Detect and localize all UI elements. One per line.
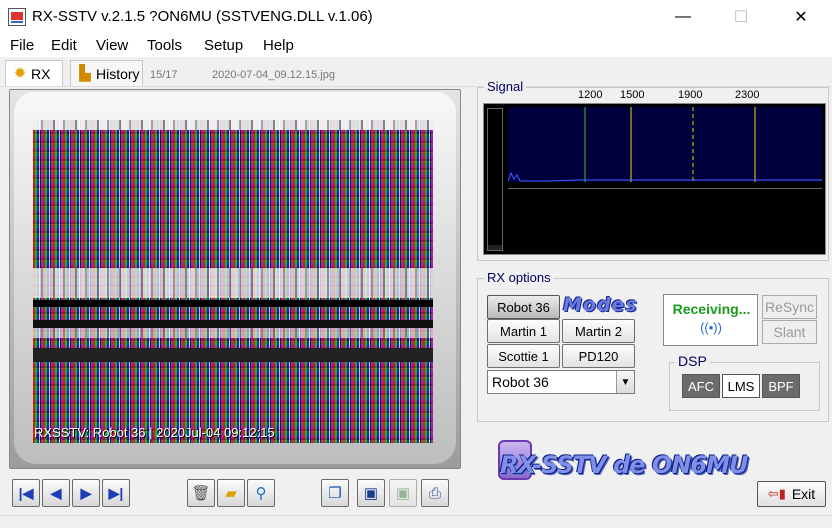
first-icon: |◀ [18, 484, 34, 501]
menu-setup[interactable]: Setup [204, 37, 243, 54]
bpf-toggle[interactable]: BPF [762, 374, 800, 398]
history-filename: 2020-07-04_09.12.15.jpg [212, 69, 335, 81]
copy-button[interactable]: ❐ [321, 479, 349, 507]
image-band [33, 320, 433, 328]
trash-icon: 🗑 [191, 485, 211, 502]
minimize-button[interactable]: — [660, 0, 706, 33]
status-bar [0, 515, 832, 528]
image-icon: ▙ [79, 64, 91, 82]
maximize-button[interactable]: ☐ [718, 0, 764, 33]
save-button[interactable]: ▣ [357, 479, 385, 507]
signal-level-meter [487, 108, 503, 251]
exit-button[interactable]: ⇦▮ Exit [757, 481, 826, 507]
last-icon: ▶| [108, 484, 124, 501]
print-button[interactable]: ⎙ [421, 479, 449, 507]
image-band [33, 328, 433, 338]
exit-label: Exit [791, 486, 816, 502]
magnifier-icon: ⚲ [255, 485, 267, 502]
tab-rx[interactable]: ✹ RX [5, 60, 63, 86]
last-image-button[interactable]: ▶| [102, 479, 130, 507]
lms-toggle[interactable]: LMS [722, 374, 760, 398]
tab-history[interactable]: ▙ History [70, 60, 143, 86]
rx-options-label: RX options [484, 270, 554, 285]
receive-status-panel: Receiving... ((•)) [663, 294, 758, 346]
menu-view[interactable]: View [96, 37, 128, 54]
open-folder-button[interactable]: ▰ [217, 479, 245, 507]
freq-label-1200: 1200 [578, 89, 603, 101]
delete-button[interactable]: 🗑 [187, 479, 215, 507]
gear-icon: ✹ [13, 64, 27, 82]
mode-scottie1-button[interactable]: Scottie 1 [487, 344, 560, 368]
received-image: RXSSTV: Robot 36 | 2020Jul-04 09:12:15 [33, 120, 433, 443]
modes-logo: Modes [563, 294, 638, 316]
menu-tools[interactable]: Tools [147, 37, 182, 54]
resync-button[interactable]: ReSync [762, 295, 817, 319]
menu-file[interactable]: File [10, 37, 34, 54]
folder-icon: ▰ [225, 485, 237, 502]
signal-level-fill [488, 109, 502, 245]
tab-history-label: History [96, 65, 140, 82]
printer-icon: ⎙ [428, 484, 441, 502]
first-image-button[interactable]: |◀ [12, 479, 40, 507]
mode-robot36-button[interactable]: Robot 36 [487, 295, 560, 319]
app-icon[interactable] [8, 8, 26, 26]
next-icon: ▶ [80, 484, 92, 501]
disk-icon: ▣ [395, 485, 411, 502]
image-band [33, 300, 433, 307]
save-icon: ▣ [363, 485, 379, 502]
spectrum-display [508, 107, 822, 182]
tab-rx-label: RX [31, 65, 51, 82]
receive-status: Receiving... [672, 301, 751, 317]
freq-label-2300: 2300 [735, 89, 760, 101]
copy-icon: ❐ [328, 485, 342, 502]
mode-select-value: Robot 36 [492, 374, 549, 390]
antenna-icon: ((•)) [700, 320, 722, 335]
freq-label-1900: 1900 [678, 89, 703, 101]
freq-label-1500: 1500 [620, 89, 645, 101]
image-band [33, 348, 433, 362]
mode-martin2-button[interactable]: Martin 2 [562, 319, 635, 343]
zoom-button[interactable]: ⚲ [247, 479, 275, 507]
window-title: RX-SSTV v.2.1.5 ?ON6MU (SSTVENG.DLL v.1.… [32, 8, 373, 25]
mode-martin1-button[interactable]: Martin 1 [487, 319, 560, 343]
save-as-button[interactable]: ▣ [389, 479, 417, 507]
history-counter: 15/17 [150, 69, 178, 81]
logo-text: RX-SSTV de ON6MU [500, 451, 748, 479]
menu-help[interactable]: Help [263, 37, 294, 54]
image-band [33, 120, 433, 130]
mode-pd120-button[interactable]: PD120 [562, 344, 635, 368]
chevron-down-icon[interactable]: ▼ [616, 371, 634, 393]
app-logo: RX-SSTV de ON6MU [494, 436, 748, 488]
previous-icon: ◀ [50, 484, 62, 501]
next-image-button[interactable]: ▶ [72, 479, 100, 507]
exit-icon: ⇦▮ [767, 486, 786, 501]
image-caption: RXSSTV: Robot 36 | 2020Jul-04 09:12:15 [34, 425, 275, 440]
dsp-label: DSP [675, 353, 710, 369]
menu-edit[interactable]: Edit [51, 37, 77, 54]
spectrum-trace [508, 171, 822, 182]
image-band [33, 268, 433, 298]
waterfall-display [508, 188, 822, 251]
spectrum-svg [508, 107, 822, 182]
mode-select[interactable]: Robot 36 ▼ [487, 370, 635, 394]
previous-image-button[interactable]: ◀ [42, 479, 70, 507]
afc-toggle[interactable]: AFC [682, 374, 720, 398]
close-button[interactable]: ✕ [778, 0, 824, 33]
slant-button[interactable]: Slant [762, 320, 817, 344]
signal-label: Signal [484, 79, 527, 94]
